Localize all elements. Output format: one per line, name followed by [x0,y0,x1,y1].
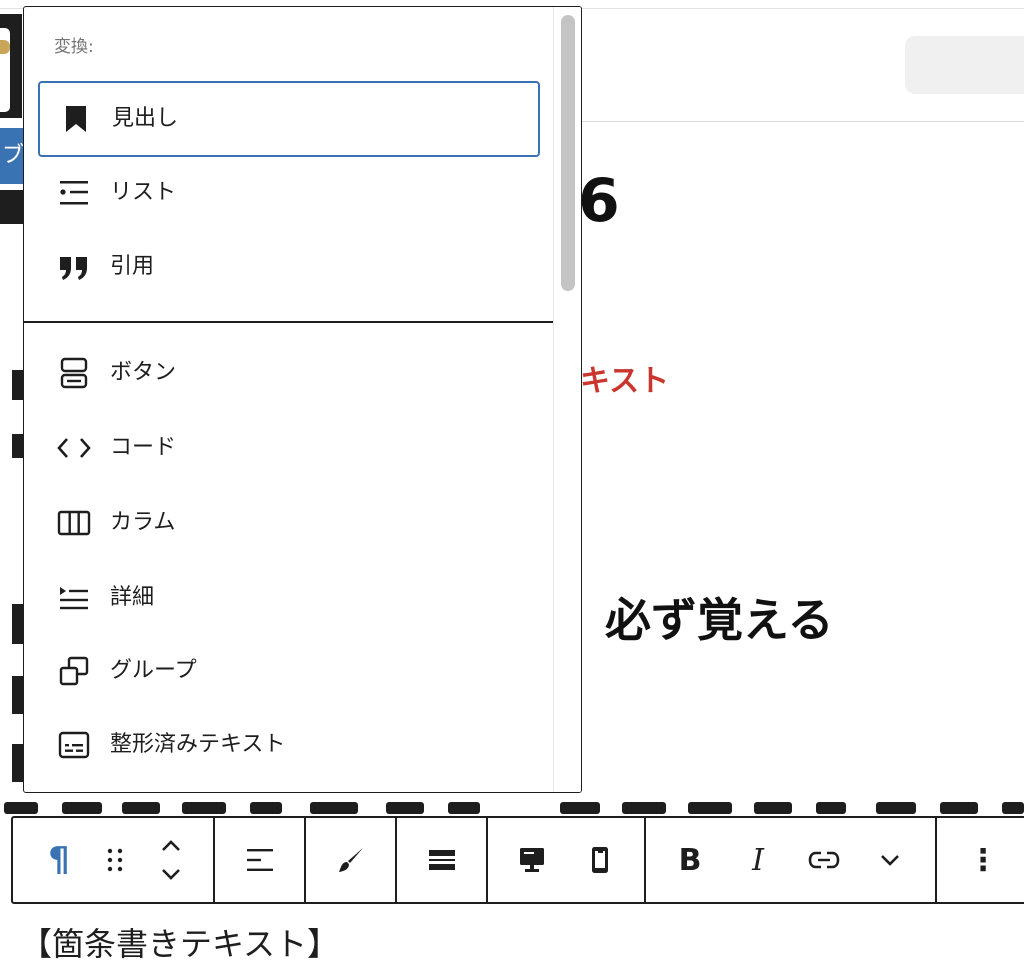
transform-item-label: グループ [110,658,197,683]
toolbar-group-format: B I [646,818,937,902]
transform-item-list[interactable]: リスト [38,155,540,231]
header-divider [580,121,1024,122]
chevron-down-icon[interactable] [866,836,914,884]
avatar-detail [0,40,10,54]
group-icon [56,653,92,689]
transform-item-code[interactable]: コード [38,410,540,486]
align-icon[interactable] [236,836,284,884]
transform-item-label: 見出し [112,106,179,131]
heading-fragment-left-2 [12,604,23,644]
separator-icon[interactable] [418,836,466,884]
sidebar-tab-label: ブ [2,143,24,168]
red-text-fragment: キスト [580,364,670,399]
heading-fragment-left [0,190,23,224]
button-icon [56,355,92,391]
text-fragment-left-2 [12,434,23,458]
list-text: 【箇条書きテキスト】 [20,925,340,961]
transform-item-label: コード [110,435,177,460]
avatar[interactable] [0,14,22,118]
heading-text-fragment: 6 [578,166,620,236]
toolbar-group-visibility [488,818,646,902]
heading-fragment-left-4 [12,744,23,782]
header-button[interactable] [905,36,1024,94]
brush-icon[interactable] [327,836,375,884]
bold-icon[interactable]: B [666,836,714,884]
sidebar-tab[interactable]: ブ [0,128,24,184]
cutoff-heading-line [0,802,1024,816]
move-up-down-icon[interactable] [147,836,195,884]
block-toolbar: ¶ B I ⋮ [11,816,1024,904]
bookmark-icon [58,101,94,137]
preformatted-icon [56,727,92,763]
italic-icon[interactable]: I [734,836,782,884]
drag-handle-icon[interactable] [91,836,139,884]
transform-dropdown: 変換: 見出し リスト 引用 ボタン コード カラム 詳細 グループ 整形済みテ… [23,6,582,793]
transform-item-button[interactable]: ボタン [38,335,540,411]
paragraph-icon[interactable]: ¶ [35,836,83,884]
transform-divider [24,321,554,323]
transform-item-columns[interactable]: カラム [38,485,540,561]
transform-item-quote[interactable]: 引用 [38,229,540,305]
transform-item-preformatted[interactable]: 整形済みテキスト [38,707,540,783]
transform-item-label: リスト [110,180,177,205]
transform-item-label: 詳細 [110,585,155,610]
list-icon [56,175,92,211]
bold-heading-fragment: 必ず覚える [605,593,834,647]
details-icon [56,580,92,616]
columns-icon [56,505,92,541]
quote-icon [56,249,92,285]
more-options-icon[interactable]: ⋮ [959,836,1007,884]
toolbar-group-block: ¶ [13,818,215,902]
desktop-icon[interactable] [508,836,556,884]
transform-item-label: 整形済みテキスト [110,732,286,757]
toolbar-group-align [215,818,306,902]
link-icon[interactable] [800,836,848,884]
transform-item-heading[interactable]: 見出し [38,81,540,157]
mobile-icon[interactable] [576,836,624,884]
transform-item-label: ボタン [110,360,177,385]
toolbar-group-style [306,818,397,902]
transform-item-group[interactable]: グループ [38,633,540,709]
code-icon [56,430,92,466]
heading-fragment-left-3 [12,676,23,714]
toolbar-group-layout [397,818,488,902]
transform-item-details[interactable]: 詳細 [38,560,540,636]
dropdown-scroll-thumb[interactable] [561,15,575,291]
transform-item-label: 引用 [110,254,155,279]
text-fragment-left [12,370,23,400]
transform-item-label: カラム [110,510,176,535]
transform-label: 変換: [54,37,94,57]
